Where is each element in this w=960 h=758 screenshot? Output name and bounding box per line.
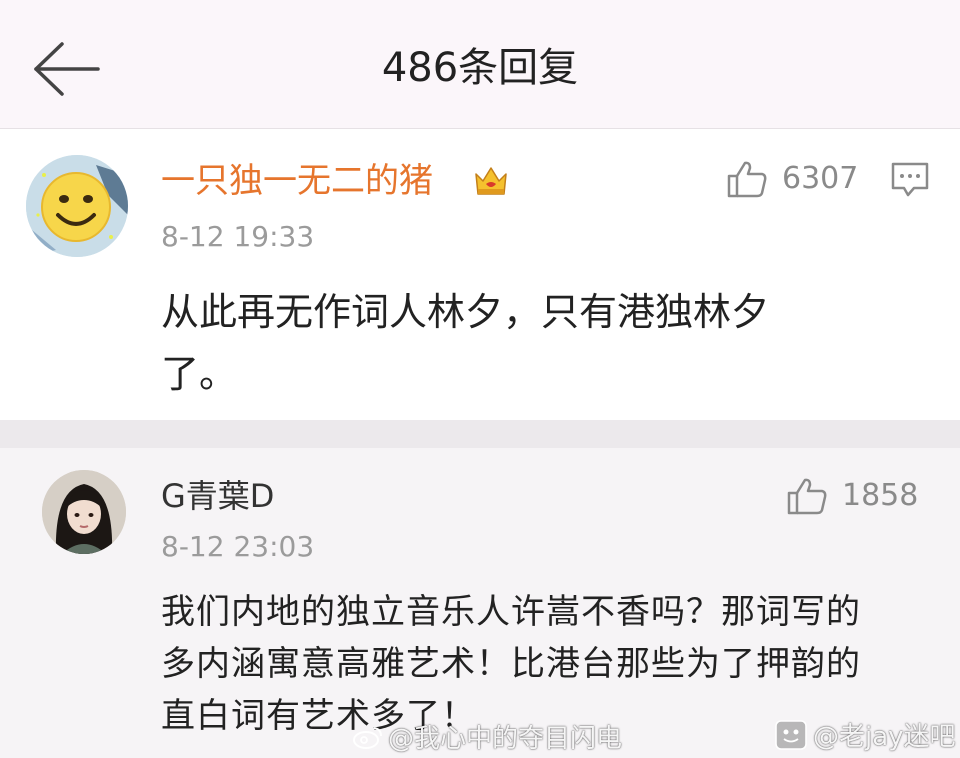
thumbs-up-icon — [787, 478, 827, 515]
comment-line: 了。 — [161, 352, 238, 396]
main-comment: 一只独一无二的猪 8-12 19:33 6307 从此再无作词人林夕，只有港独林… — [0, 129, 960, 420]
username-text: 一只独一无二的猪 — [161, 161, 433, 201]
reply-line: 多内涵寓意高雅艺术！比港台那些为了押韵的 — [161, 644, 861, 684]
crown-icon — [475, 167, 507, 195]
watermark-left: @我心中的夺目闪电 — [352, 718, 622, 755]
reply-comment: G青葉D 8-12 23:03 1858 我们内地的独立音乐人许嵩不香吗？那词写… — [0, 448, 960, 758]
girl-portrait-avatar-image — [42, 470, 126, 554]
like-button[interactable]: 6307 — [726, 159, 858, 199]
watermark-right-text: @老jay迷吧 — [813, 722, 956, 752]
like-button[interactable]: 1858 — [786, 476, 918, 516]
username-link[interactable]: G青葉D — [161, 474, 274, 518]
weibo-logo-icon — [353, 726, 382, 749]
like-count: 1858 — [842, 478, 919, 513]
timestamp: 8-12 19:33 — [161, 220, 315, 253]
section-divider — [0, 420, 960, 448]
avatar[interactable] — [42, 470, 126, 554]
tieba-logo-icon — [775, 719, 807, 750]
smiley-avatar-image — [26, 155, 128, 257]
username-link[interactable]: 一只独一无二的猪 — [161, 159, 433, 203]
comment-line: 从此再无作词人林夕，只有港独林夕 — [161, 290, 770, 334]
username-text: G青葉D — [161, 477, 275, 515]
top-bar: 486条回复 — [0, 0, 960, 129]
watermark-left-text: @我心中的夺目闪电 — [388, 724, 623, 754]
watermark-right: @老jay迷吧 — [775, 716, 956, 753]
reply-comment-icon[interactable] — [890, 161, 930, 199]
reply-line: 我们内地的独立音乐人许嵩不香吗？那词写的 — [161, 592, 861, 632]
page-title: 486条回复 — [381, 45, 579, 91]
avatar[interactable] — [26, 155, 128, 257]
comment-body: 从此再无作词人林夕，只有港独林夕 了。 — [161, 281, 769, 405]
thumbs-up-icon — [727, 161, 767, 198]
timestamp: 8-12 23:03 — [161, 530, 315, 563]
like-count: 6307 — [782, 161, 859, 196]
